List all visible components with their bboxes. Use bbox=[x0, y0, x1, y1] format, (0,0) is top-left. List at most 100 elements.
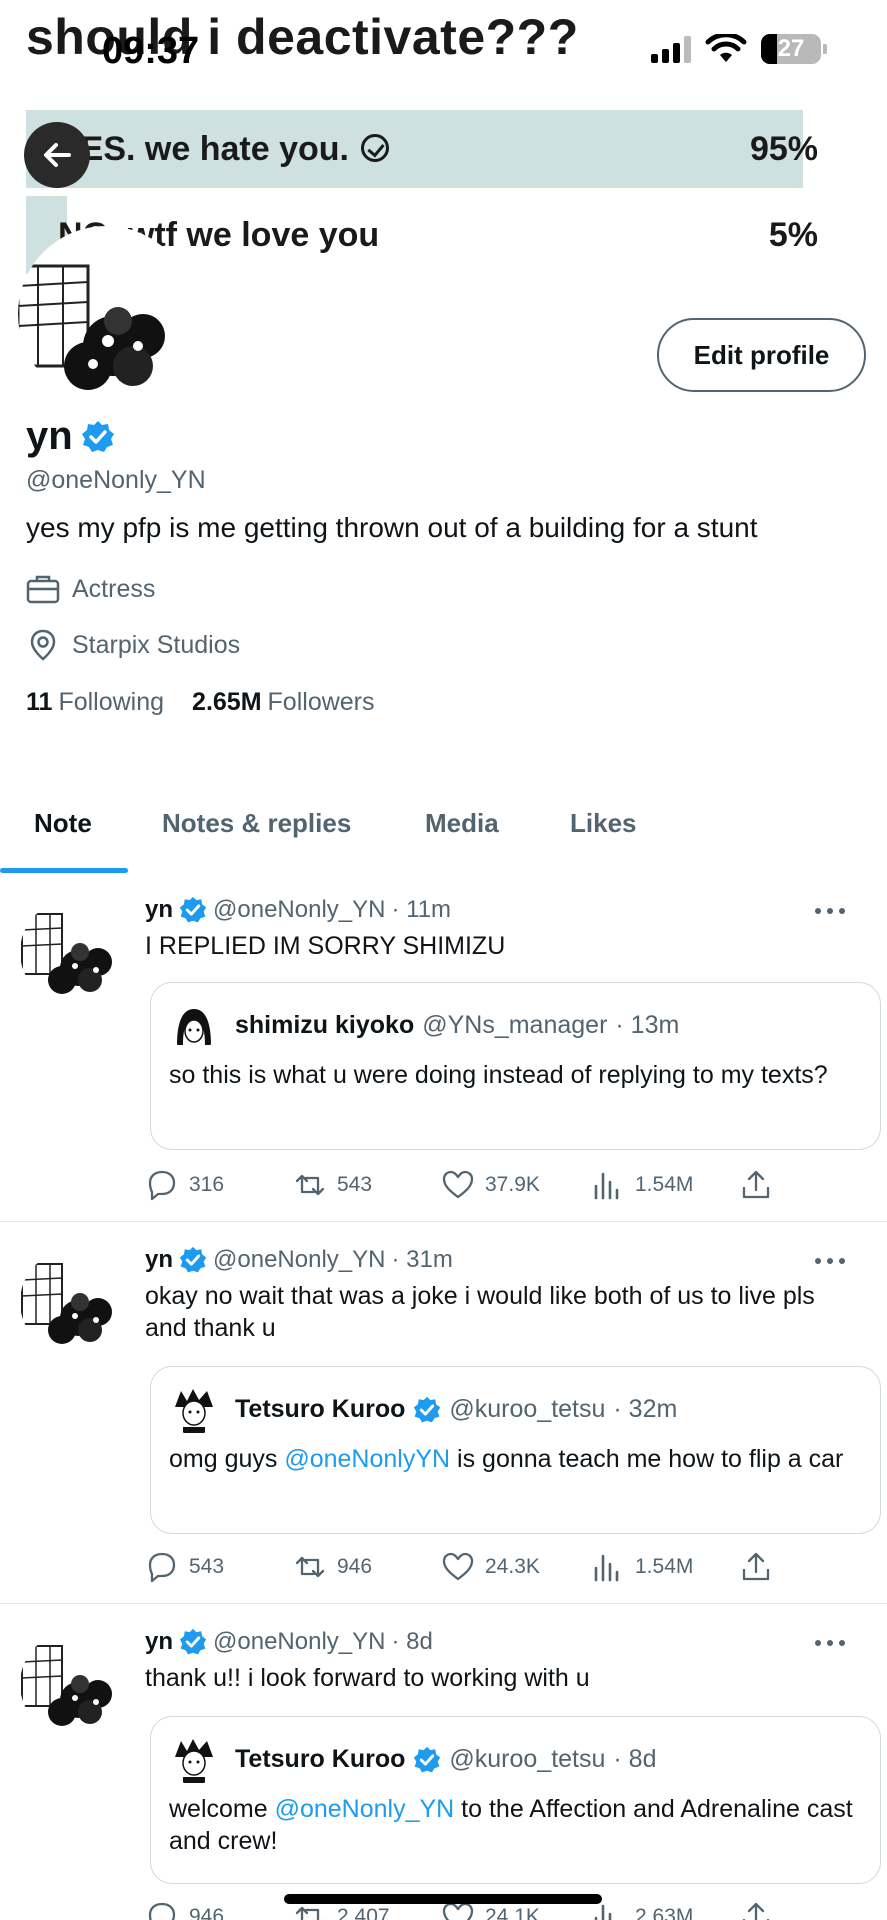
profile-location: Starpix Studios bbox=[26, 628, 240, 662]
quoted-author-name: shimizu kiyoko bbox=[235, 1011, 415, 1039]
post-time: · 31m bbox=[391, 1246, 453, 1273]
quoted-time: · 32m bbox=[613, 1395, 678, 1423]
share-button[interactable] bbox=[739, 1168, 773, 1202]
mention-link[interactable]: @oneNonly_YN bbox=[275, 1795, 455, 1823]
post-avatar[interactable] bbox=[20, 1632, 124, 1736]
views-chart-icon bbox=[594, 1172, 619, 1200]
reply-icon bbox=[148, 1170, 176, 1201]
post-actions: 543 946 24.3K 1.54M bbox=[145, 1550, 785, 1590]
quoted-text: so this is what u were doing instead of … bbox=[169, 1061, 828, 1089]
post-time: · 11m bbox=[391, 896, 452, 923]
back-button[interactable] bbox=[24, 122, 90, 188]
reply-icon bbox=[148, 1902, 176, 1920]
edit-profile-button[interactable]: Edit profile bbox=[657, 318, 866, 392]
quoted-text: welcome @oneNonly_YN to the Affection an… bbox=[169, 1795, 853, 1855]
more-options-icon[interactable] bbox=[815, 1638, 845, 1648]
share-icon bbox=[742, 1902, 770, 1920]
following-link[interactable]: 11 Following bbox=[26, 688, 164, 717]
battery-icon: 27 bbox=[761, 34, 827, 64]
profile-stats: 11 Following 2.65M Followers bbox=[26, 688, 375, 717]
verified-badge-icon bbox=[179, 896, 207, 923]
like-button[interactable]: 37.9K bbox=[441, 1168, 540, 1202]
profile-avatar[interactable] bbox=[18, 226, 194, 402]
more-options-icon[interactable] bbox=[815, 906, 845, 916]
retweet-icon bbox=[295, 1174, 325, 1196]
location-pin-icon bbox=[30, 629, 56, 661]
home-indicator[interactable] bbox=[284, 1894, 602, 1904]
views-button[interactable]: 2.63M bbox=[591, 1900, 693, 1920]
tab-likes[interactable]: Likes bbox=[570, 808, 637, 839]
quoted-header: shimizu kiyoko @YNs_manager · 13m bbox=[235, 1011, 679, 1040]
share-icon bbox=[742, 1170, 770, 1199]
quoted-post[interactable]: Tetsuro Kuroo @kuroo_tetsu · 32m omg guy… bbox=[150, 1366, 881, 1534]
tab-note[interactable]: Note bbox=[34, 808, 92, 839]
views-button[interactable]: 1.54M bbox=[591, 1168, 693, 1202]
post-card[interactable]: yn @oneNonly_YN · 8d thank u!! i look fo… bbox=[0, 1604, 887, 1920]
post-time: · 8d bbox=[391, 1628, 433, 1655]
profile-name-row: yn bbox=[26, 414, 115, 459]
quoted-header: Tetsuro Kuroo @kuroo_tetsu · 32m bbox=[235, 1395, 677, 1424]
reply-icon bbox=[148, 1552, 176, 1583]
verified-badge-icon bbox=[414, 1396, 441, 1422]
post-avatar[interactable] bbox=[20, 900, 124, 1004]
quoted-author-handle: @kuroo_tetsu bbox=[449, 1745, 606, 1773]
battery-level: 27 bbox=[777, 35, 805, 62]
profile-job: Actress bbox=[26, 574, 155, 604]
quoted-time: · 8d bbox=[613, 1745, 657, 1773]
heart-icon bbox=[442, 1552, 474, 1581]
post-text: I REPLIED IM SORRY SHIMIZU bbox=[145, 932, 506, 960]
retweet-button[interactable]: 946 bbox=[293, 1550, 372, 1584]
post-card[interactable]: yn @oneNonly_YN · 31m okay no wait that … bbox=[0, 1222, 887, 1604]
retweet-button[interactable]: 543 bbox=[293, 1168, 372, 1202]
quoted-avatar bbox=[169, 1385, 219, 1435]
poll-option-yes: YES. we hate you. 95% bbox=[26, 110, 844, 188]
profile-handle: @oneNonly_YN bbox=[26, 466, 206, 494]
post-author-handle: @oneNonly_YN bbox=[213, 1246, 386, 1273]
quoted-author-handle: @YNs_manager bbox=[422, 1011, 608, 1039]
quoted-avatar bbox=[169, 1001, 219, 1051]
tab-media[interactable]: Media bbox=[425, 808, 499, 839]
share-button[interactable] bbox=[739, 1900, 773, 1920]
post-header: yn @oneNonly_YN · 11m bbox=[145, 896, 451, 924]
reply-button[interactable]: 316 bbox=[145, 1168, 224, 1202]
followers-link[interactable]: 2.65M Followers bbox=[192, 688, 374, 717]
post-author-name[interactable]: yn bbox=[145, 896, 173, 924]
verified-badge-icon bbox=[81, 420, 114, 452]
reply-button[interactable]: 946 bbox=[145, 1900, 224, 1920]
profile-tabs: Note Notes & replies Media Likes bbox=[0, 790, 887, 874]
quoted-post[interactable]: Tetsuro Kuroo @kuroo_tetsu · 8d welcome … bbox=[150, 1716, 881, 1884]
post-text: okay no wait that was a joke i would lik… bbox=[145, 1282, 815, 1342]
views-button[interactable]: 1.54M bbox=[591, 1550, 693, 1584]
cellular-signal-icon bbox=[651, 35, 691, 63]
profile-job-label: Actress bbox=[72, 574, 156, 603]
like-button[interactable]: 24.3K bbox=[441, 1550, 540, 1584]
quoted-author-handle: @kuroo_tetsu bbox=[449, 1395, 606, 1423]
post-author-handle: @oneNonly_YN bbox=[213, 896, 386, 923]
more-options-icon[interactable] bbox=[815, 1256, 845, 1266]
arrow-left-icon bbox=[44, 143, 71, 167]
poll-percent-no: 5% bbox=[768, 216, 818, 254]
post-card[interactable]: yn @oneNonly_YN · 11m I REPLIED IM SORRY… bbox=[0, 876, 887, 1222]
profile-location-label: Starpix Studios bbox=[72, 630, 241, 659]
tab-notes-replies[interactable]: Notes & replies bbox=[162, 808, 351, 839]
poll-percent-yes: 95% bbox=[749, 130, 818, 168]
post-author-name[interactable]: yn bbox=[145, 1628, 173, 1656]
avatar-image bbox=[18, 264, 165, 390]
post-actions: 316 543 37.9K 1.54M bbox=[145, 1168, 785, 1208]
post-avatar[interactable] bbox=[20, 1250, 124, 1354]
verified-badge-icon bbox=[179, 1246, 207, 1273]
views-chart-icon bbox=[594, 1554, 619, 1582]
quoted-text: omg guys @oneNonlyYN is gonna teach me h… bbox=[169, 1445, 844, 1473]
post-author-name[interactable]: yn bbox=[145, 1246, 173, 1274]
quoted-avatar bbox=[169, 1735, 219, 1785]
reply-button[interactable]: 543 bbox=[145, 1550, 224, 1584]
post-author-handle: @oneNonly_YN bbox=[213, 1628, 386, 1655]
quoted-time: · 13m bbox=[615, 1011, 680, 1039]
mention-link[interactable]: @oneNonlyYN bbox=[284, 1445, 450, 1473]
quoted-header: Tetsuro Kuroo @kuroo_tetsu · 8d bbox=[235, 1745, 657, 1774]
quoted-post[interactable]: shimizu kiyoko @YNs_manager · 13m so thi… bbox=[150, 982, 881, 1150]
quoted-author-name: Tetsuro Kuroo bbox=[235, 1745, 406, 1773]
share-button[interactable] bbox=[739, 1550, 773, 1584]
post-header: yn @oneNonly_YN · 8d bbox=[145, 1628, 433, 1656]
heart-icon bbox=[442, 1170, 474, 1199]
